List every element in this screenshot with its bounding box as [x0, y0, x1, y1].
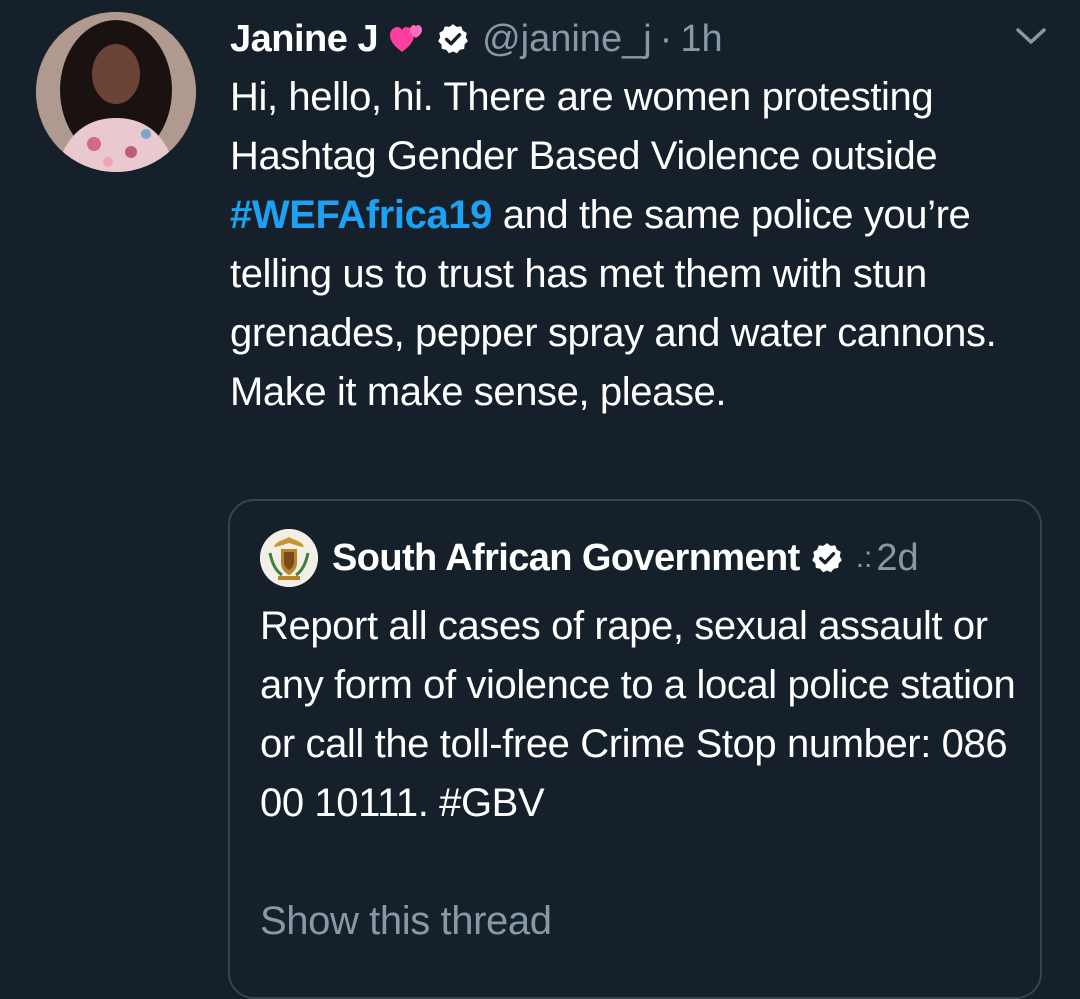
display-name[interactable]: Janine J [230, 18, 379, 61]
verified-badge-icon [810, 541, 844, 575]
two-hearts-icon [390, 24, 424, 54]
tweet-text: Hi, hello, hi. There are women protestin… [230, 68, 1050, 422]
hashtag-link[interactable]: #WEFAfrica19 [230, 193, 492, 237]
quoted-display-name[interactable]: South African Government [332, 537, 800, 580]
tweet-header: Janine J @janine_j · 1h [230, 14, 723, 64]
separator-dot: · [659, 17, 673, 60]
coat-of-arms-avatar-icon[interactable] [260, 529, 318, 587]
truncated-handle: .: [855, 541, 873, 574]
profile-photo-icon [36, 12, 196, 172]
tweet-text-start: Hi, hello, hi. There are women protestin… [230, 75, 938, 178]
verified-badge-icon [436, 22, 470, 56]
timestamp[interactable]: 1h [680, 18, 722, 61]
show-thread-link[interactable]: Show this thread [260, 899, 552, 944]
handle[interactable]: @janine_j [482, 18, 652, 61]
quoted-timestamp[interactable]: 2d [876, 537, 918, 580]
profile-avatar[interactable] [36, 12, 196, 172]
quoted-tweet-header: South African Government .: 2d [260, 529, 919, 587]
quoted-tweet-card[interactable]: South African Government .: 2d Report al… [228, 499, 1042, 999]
tweet[interactable]: Janine J @janine_j · 1h Hi, hello, hi. T… [0, 0, 1080, 999]
chevron-down-icon[interactable] [1014, 24, 1048, 48]
quoted-tweet-text: Report all cases of rape, sexual assault… [260, 604, 1016, 825]
